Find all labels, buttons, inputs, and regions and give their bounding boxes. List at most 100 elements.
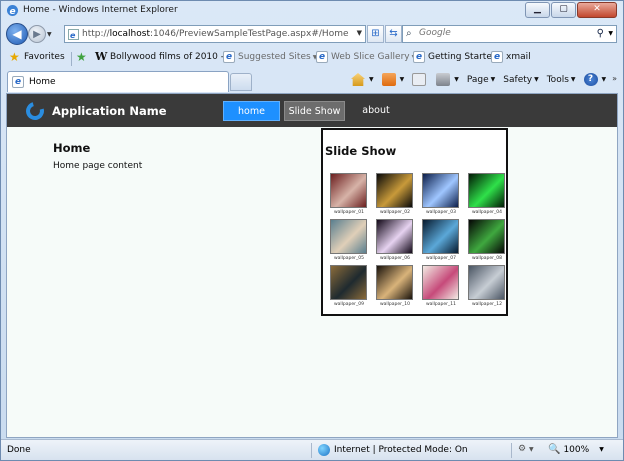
tab-page-icon: e (12, 76, 24, 88)
url-prefix: http:// (82, 29, 110, 39)
app-header: Application Name home Slide Show about (7, 94, 617, 127)
favorite-item-suggested-sites[interactable]: e Suggested Sites ▼ (223, 51, 317, 63)
zoom-icon: 🔍 (548, 444, 561, 455)
zoom-control[interactable]: 🔍 100% ▼ (548, 444, 604, 455)
safety-menu-button[interactable]: Safety ▼ (503, 75, 538, 85)
slideshow-thumbnail[interactable]: wallpaper_03 (418, 173, 464, 219)
page-menu-button[interactable]: Page ▼ (467, 75, 495, 85)
thumbnail-caption: wallpaper_12 (471, 302, 502, 307)
favorite-item-web-slice-gallery[interactable]: e Web Slice Gallery ▼ (316, 51, 416, 63)
favorite-item-label: Bollywood films of 2010 - ... (110, 52, 236, 62)
search-dropdown-icon[interactable]: ▼ (608, 30, 613, 37)
thumbnail-caption: wallpaper_04 (471, 210, 502, 215)
address-bar[interactable]: e http://localhost:1046/PreviewSampleTes… (64, 25, 366, 43)
tools-menu-button[interactable]: Tools ▼ (547, 75, 576, 85)
thumbnail-image (376, 173, 413, 208)
printer-icon (436, 73, 451, 86)
thumbnail-image (468, 265, 505, 300)
thumbnail-image (376, 265, 413, 300)
home-button[interactable]: ▼ (351, 73, 374, 86)
back-button[interactable]: ◀ (6, 23, 28, 45)
minimize-button[interactable]: ▁ (525, 2, 550, 18)
favorites-label: Favorites (24, 52, 65, 62)
refresh-button[interactable]: ⇆ (385, 25, 402, 43)
address-dropdown-icon[interactable]: ▼ (357, 29, 362, 37)
slideshow-thumbnail[interactable]: wallpaper_02 (372, 173, 418, 219)
page-body-text: Home page content (53, 161, 143, 171)
add-to-favorites-button[interactable]: ★ (76, 51, 91, 63)
slideshow-thumbnail[interactable]: wallpaper_01 (326, 173, 372, 219)
divider (511, 443, 512, 458)
compatibility-view-button[interactable]: ⊞ (367, 25, 384, 43)
new-tab-button[interactable] (230, 73, 252, 91)
thumbnail-caption: wallpaper_05 (333, 256, 364, 261)
thumbnail-caption: wallpaper_11 (425, 302, 456, 307)
maximize-button[interactable]: ▢ (551, 2, 576, 18)
nav-link-about[interactable]: about (351, 101, 401, 121)
thumbnail-caption: wallpaper_01 (333, 210, 364, 215)
chevron-down-icon: ▼ (454, 76, 459, 83)
search-input[interactable] (419, 28, 589, 38)
feeds-button[interactable]: ▼ (381, 73, 405, 86)
tab-label: Home (29, 77, 56, 87)
slideshow-thumbnail[interactable]: wallpaper_08 (464, 219, 510, 265)
nav-link-home[interactable]: home (223, 101, 280, 121)
favorite-item-xmail[interactable]: e xmail (491, 51, 531, 63)
slideshow-thumbnail[interactable]: wallpaper_05 (326, 219, 372, 265)
ie-page-icon: e (223, 51, 235, 63)
history-dropdown-icon[interactable]: ▼ (47, 31, 52, 38)
toolbar-overflow-icon[interactable]: » (612, 74, 617, 83)
forward-button[interactable]: ▶ (28, 25, 46, 43)
search-box[interactable]: ⌕ ⚲ ▼ (402, 25, 617, 43)
slideshow-title: Slide Show (325, 144, 397, 158)
compatibility-icon: ⊞ (371, 28, 380, 39)
svg-text:e: e (10, 7, 16, 17)
app-name: Application Name (52, 104, 167, 118)
favorite-item-label: Web Slice Gallery (331, 52, 410, 62)
slideshow-thumbnail[interactable]: wallpaper_06 (372, 219, 418, 265)
title-bar: e Home - Windows Internet Explorer ▁ ▢ ✕ (1, 1, 623, 21)
security-zone[interactable]: Internet | Protected Mode: On (318, 444, 468, 456)
slideshow-thumbnail[interactable]: wallpaper_04 (464, 173, 510, 219)
tab-home[interactable]: e Home (7, 71, 229, 92)
favorite-item-bollywood[interactable]: W Bollywood films of 2010 - ... (95, 51, 235, 63)
thumbnail-image (422, 219, 459, 254)
minimize-icon: ▁ (534, 4, 541, 14)
read-mail-button[interactable] (412, 73, 428, 86)
divider (311, 443, 312, 458)
favorite-item-getting-started[interactable]: e Getting Started (413, 51, 498, 63)
window-title: Home - Windows Internet Explorer (23, 5, 178, 15)
favorite-item-label: Getting Started (428, 52, 498, 62)
chevron-down-icon: ▼ (399, 76, 405, 83)
slideshow-thumbnail[interactable]: wallpaper_09 (326, 265, 372, 311)
page-title: Home (53, 141, 91, 155)
window-controls: ▁ ▢ ✕ (524, 2, 617, 18)
slideshow-thumbnail[interactable]: wallpaper_12 (464, 265, 510, 311)
nav-link-slide-show[interactable]: Slide Show (284, 101, 345, 121)
close-button[interactable]: ✕ (577, 2, 617, 18)
search-icon[interactable]: ⚲ (597, 28, 604, 39)
thumbnail-caption: wallpaper_09 (333, 302, 364, 307)
help-icon: ? (583, 73, 598, 86)
chevron-down-icon: ▼ (528, 446, 534, 453)
navigation-row: ◀ ▶ ▼ e http://localhost:1046/PreviewSam… (1, 21, 623, 47)
change-status-settings-button[interactable]: ⚙ ▼ (518, 444, 534, 454)
thumbnail-image (376, 219, 413, 254)
thumbnail-image (422, 265, 459, 300)
back-arrow-icon: ◀ (12, 27, 22, 41)
page-icon: e (68, 29, 79, 40)
slideshow-thumbnail[interactable]: wallpaper_07 (418, 219, 464, 265)
zoom-level: 100% (563, 444, 590, 455)
close-icon: ✕ (593, 4, 601, 14)
thumbnail-image (330, 219, 367, 254)
slideshow-thumbnail[interactable]: wallpaper_10 (372, 265, 418, 311)
status-bar: Done Internet | Protected Mode: On ⚙ ▼ 🔍… (1, 439, 623, 460)
slideshow-thumbnail[interactable]: wallpaper_11 (418, 265, 464, 311)
url-host: localhost (109, 29, 150, 39)
favorites-button[interactable]: ★ Favorites (9, 51, 65, 63)
help-button[interactable]: ? ▼ (583, 73, 606, 86)
print-button[interactable]: ▼ (436, 73, 459, 86)
chevron-down-icon: ▼ (534, 76, 539, 83)
favorite-item-label: Suggested Sites (238, 52, 311, 62)
thumbnail-caption: wallpaper_07 (425, 256, 456, 261)
